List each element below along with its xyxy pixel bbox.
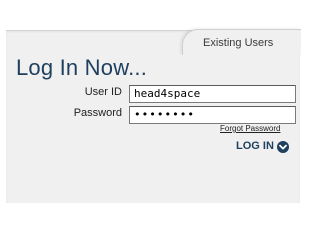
password-label: Password	[73, 107, 122, 119]
page-title: Log In Now...	[16, 55, 148, 80]
circle-chevron-down-icon[interactable]	[276, 140, 289, 153]
user-id-field[interactable]	[129, 85, 296, 103]
login-button-label[interactable]: LOG IN	[236, 140, 274, 152]
user-id-label: User ID	[84, 86, 122, 98]
forgot-password-link[interactable]: Forgot Password	[220, 124, 280, 133]
login-widget: Existing Users Log In Now... User ID Pas…	[0, 0, 301, 209]
password-field[interactable]: ••••••••	[129, 106, 296, 124]
tab-existing-users-label[interactable]: Existing Users	[203, 37, 273, 49]
login-button[interactable]: LOG IN	[236, 140, 289, 153]
